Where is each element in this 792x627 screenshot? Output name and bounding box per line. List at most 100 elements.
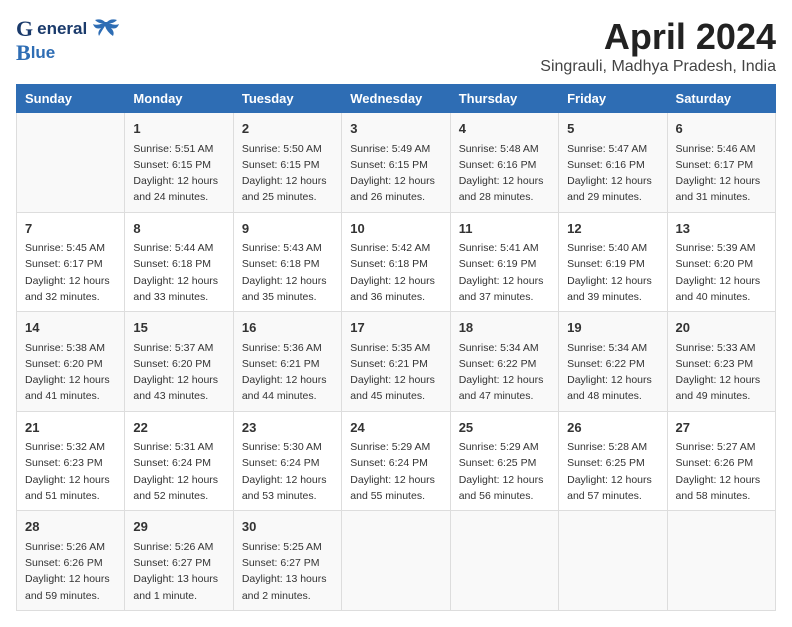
day-info: Sunrise: 5:32 AMSunset: 6:23 PMDaylight:… xyxy=(25,439,116,504)
day-cell: 3Sunrise: 5:49 AMSunset: 6:15 PMDaylight… xyxy=(342,113,450,213)
day-info: Sunrise: 5:29 AMSunset: 6:24 PMDaylight:… xyxy=(350,439,441,504)
day-cell: 11Sunrise: 5:41 AMSunset: 6:19 PMDayligh… xyxy=(450,212,558,312)
day-header-saturday: Saturday xyxy=(667,85,775,113)
day-cell: 26Sunrise: 5:28 AMSunset: 6:25 PMDayligh… xyxy=(559,411,667,511)
day-number: 27 xyxy=(676,418,767,438)
day-info: Sunrise: 5:25 AMSunset: 6:27 PMDaylight:… xyxy=(242,539,333,604)
day-number: 26 xyxy=(567,418,658,438)
calendar-table: SundayMondayTuesdayWednesdayThursdayFrid… xyxy=(16,84,776,611)
day-number: 29 xyxy=(133,517,224,537)
day-number: 11 xyxy=(459,219,550,239)
day-number: 6 xyxy=(676,119,767,139)
day-cell: 29Sunrise: 5:26 AMSunset: 6:27 PMDayligh… xyxy=(125,511,233,611)
day-number: 28 xyxy=(25,517,116,537)
day-number: 22 xyxy=(133,418,224,438)
day-info: Sunrise: 5:26 AMSunset: 6:27 PMDaylight:… xyxy=(133,539,224,604)
day-number: 5 xyxy=(567,119,658,139)
day-cell: 12Sunrise: 5:40 AMSunset: 6:19 PMDayligh… xyxy=(559,212,667,312)
day-header-tuesday: Tuesday xyxy=(233,85,341,113)
day-info: Sunrise: 5:33 AMSunset: 6:23 PMDaylight:… xyxy=(676,340,767,405)
day-info: Sunrise: 5:40 AMSunset: 6:19 PMDaylight:… xyxy=(567,240,658,305)
day-number: 19 xyxy=(567,318,658,338)
day-cell: 19Sunrise: 5:34 AMSunset: 6:22 PMDayligh… xyxy=(559,312,667,412)
day-info: Sunrise: 5:48 AMSunset: 6:16 PMDaylight:… xyxy=(459,141,550,206)
day-cell: 30Sunrise: 5:25 AMSunset: 6:27 PMDayligh… xyxy=(233,511,341,611)
day-header-friday: Friday xyxy=(559,85,667,113)
week-row-2: 14Sunrise: 5:38 AMSunset: 6:20 PMDayligh… xyxy=(17,312,776,412)
day-number: 1 xyxy=(133,119,224,139)
day-info: Sunrise: 5:43 AMSunset: 6:18 PMDaylight:… xyxy=(242,240,333,305)
day-info: Sunrise: 5:27 AMSunset: 6:26 PMDaylight:… xyxy=(676,439,767,504)
day-number: 23 xyxy=(242,418,333,438)
logo-b-text: B xyxy=(16,40,31,66)
day-cell: 23Sunrise: 5:30 AMSunset: 6:24 PMDayligh… xyxy=(233,411,341,511)
logo-eneral-text: eneral xyxy=(37,19,87,39)
day-cell xyxy=(342,511,450,611)
day-info: Sunrise: 5:39 AMSunset: 6:20 PMDaylight:… xyxy=(676,240,767,305)
day-info: Sunrise: 5:26 AMSunset: 6:26 PMDaylight:… xyxy=(25,539,116,604)
day-number: 12 xyxy=(567,219,658,239)
day-cell: 1Sunrise: 5:51 AMSunset: 6:15 PMDaylight… xyxy=(125,113,233,213)
day-number: 17 xyxy=(350,318,441,338)
day-cell xyxy=(667,511,775,611)
day-cell xyxy=(17,113,125,213)
day-number: 18 xyxy=(459,318,550,338)
header-row: SundayMondayTuesdayWednesdayThursdayFrid… xyxy=(17,85,776,113)
day-cell: 5Sunrise: 5:47 AMSunset: 6:16 PMDaylight… xyxy=(559,113,667,213)
day-number: 15 xyxy=(133,318,224,338)
day-header-thursday: Thursday xyxy=(450,85,558,113)
day-info: Sunrise: 5:30 AMSunset: 6:24 PMDaylight:… xyxy=(242,439,333,504)
week-row-3: 21Sunrise: 5:32 AMSunset: 6:23 PMDayligh… xyxy=(17,411,776,511)
day-info: Sunrise: 5:36 AMSunset: 6:21 PMDaylight:… xyxy=(242,340,333,405)
day-cell: 15Sunrise: 5:37 AMSunset: 6:20 PMDayligh… xyxy=(125,312,233,412)
day-number: 9 xyxy=(242,219,333,239)
day-info: Sunrise: 5:37 AMSunset: 6:20 PMDaylight:… xyxy=(133,340,224,405)
day-number: 7 xyxy=(25,219,116,239)
calendar-subtitle: Singrauli, Madhya Pradesh, India xyxy=(540,58,776,76)
day-cell xyxy=(450,511,558,611)
day-number: 14 xyxy=(25,318,116,338)
day-cell: 13Sunrise: 5:39 AMSunset: 6:20 PMDayligh… xyxy=(667,212,775,312)
day-cell: 6Sunrise: 5:46 AMSunset: 6:17 PMDaylight… xyxy=(667,113,775,213)
day-number: 24 xyxy=(350,418,441,438)
logo-g-text: G xyxy=(16,16,33,42)
day-info: Sunrise: 5:28 AMSunset: 6:25 PMDaylight:… xyxy=(567,439,658,504)
day-cell: 14Sunrise: 5:38 AMSunset: 6:20 PMDayligh… xyxy=(17,312,125,412)
day-info: Sunrise: 5:35 AMSunset: 6:21 PMDaylight:… xyxy=(350,340,441,405)
day-info: Sunrise: 5:29 AMSunset: 6:25 PMDaylight:… xyxy=(459,439,550,504)
day-info: Sunrise: 5:34 AMSunset: 6:22 PMDaylight:… xyxy=(459,340,550,405)
day-number: 25 xyxy=(459,418,550,438)
page-header: G eneral B lue April 2024 Singrauli, Mad… xyxy=(16,16,776,76)
day-number: 21 xyxy=(25,418,116,438)
day-cell: 22Sunrise: 5:31 AMSunset: 6:24 PMDayligh… xyxy=(125,411,233,511)
logo-bird-icon xyxy=(93,18,121,40)
day-header-sunday: Sunday xyxy=(17,85,125,113)
day-cell: 16Sunrise: 5:36 AMSunset: 6:21 PMDayligh… xyxy=(233,312,341,412)
week-row-0: 1Sunrise: 5:51 AMSunset: 6:15 PMDaylight… xyxy=(17,113,776,213)
day-cell: 9Sunrise: 5:43 AMSunset: 6:18 PMDaylight… xyxy=(233,212,341,312)
day-info: Sunrise: 5:47 AMSunset: 6:16 PMDaylight:… xyxy=(567,141,658,206)
day-info: Sunrise: 5:49 AMSunset: 6:15 PMDaylight:… xyxy=(350,141,441,206)
day-number: 13 xyxy=(676,219,767,239)
day-info: Sunrise: 5:38 AMSunset: 6:20 PMDaylight:… xyxy=(25,340,116,405)
day-number: 8 xyxy=(133,219,224,239)
logo: G eneral B lue xyxy=(16,16,121,66)
title-area: April 2024 Singrauli, Madhya Pradesh, In… xyxy=(540,16,776,76)
calendar-title: April 2024 xyxy=(540,16,776,58)
day-cell: 17Sunrise: 5:35 AMSunset: 6:21 PMDayligh… xyxy=(342,312,450,412)
day-number: 16 xyxy=(242,318,333,338)
day-cell: 21Sunrise: 5:32 AMSunset: 6:23 PMDayligh… xyxy=(17,411,125,511)
day-header-monday: Monday xyxy=(125,85,233,113)
day-number: 2 xyxy=(242,119,333,139)
day-cell: 25Sunrise: 5:29 AMSunset: 6:25 PMDayligh… xyxy=(450,411,558,511)
day-cell: 10Sunrise: 5:42 AMSunset: 6:18 PMDayligh… xyxy=(342,212,450,312)
day-cell: 24Sunrise: 5:29 AMSunset: 6:24 PMDayligh… xyxy=(342,411,450,511)
day-header-wednesday: Wednesday xyxy=(342,85,450,113)
day-info: Sunrise: 5:46 AMSunset: 6:17 PMDaylight:… xyxy=(676,141,767,206)
day-info: Sunrise: 5:45 AMSunset: 6:17 PMDaylight:… xyxy=(25,240,116,305)
week-row-4: 28Sunrise: 5:26 AMSunset: 6:26 PMDayligh… xyxy=(17,511,776,611)
day-cell: 28Sunrise: 5:26 AMSunset: 6:26 PMDayligh… xyxy=(17,511,125,611)
day-cell: 20Sunrise: 5:33 AMSunset: 6:23 PMDayligh… xyxy=(667,312,775,412)
day-number: 10 xyxy=(350,219,441,239)
day-number: 3 xyxy=(350,119,441,139)
